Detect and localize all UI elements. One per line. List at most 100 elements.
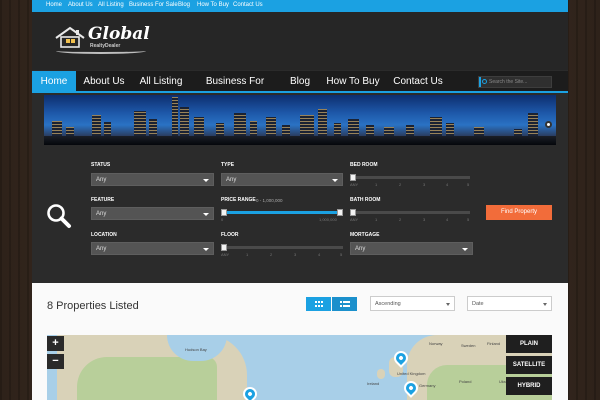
bedroom-slider[interactable]: ANY 1 2 3 4 5 xyxy=(350,174,470,188)
mortgage-select[interactable]: Any xyxy=(350,242,473,255)
property-map[interactable]: Hudson Bay Norway Sweden Finland United … xyxy=(47,335,552,400)
bathroom-ticks: ANY 1 2 3 4 5 xyxy=(350,217,470,222)
page: Home About Us All Listing Business For S… xyxy=(32,0,568,400)
map-label: Sweden xyxy=(461,343,476,348)
feature-select[interactable]: Any xyxy=(91,207,214,220)
map-type-plain-button[interactable]: PLAIN xyxy=(506,335,552,353)
bathroom-label: BATH ROOM xyxy=(350,197,381,203)
list-view-button[interactable] xyxy=(332,297,357,311)
tick-label: 2 xyxy=(270,252,273,257)
slider-handle[interactable] xyxy=(221,244,227,251)
tick-label: 3 xyxy=(294,252,297,257)
mortgage-value: Any xyxy=(355,246,366,252)
grid-view-button[interactable] xyxy=(306,297,331,311)
floor-slider[interactable]: ANY 1 2 3 4 5 xyxy=(221,244,343,258)
top-link-business-for-sale[interactable]: Business For Sale xyxy=(129,2,178,8)
nav-item-about-us[interactable]: About Us xyxy=(80,71,128,91)
skyline-building xyxy=(92,115,101,137)
location-select[interactable]: Any xyxy=(91,242,214,255)
skyline-building xyxy=(104,122,111,137)
nav-item-home[interactable]: Home xyxy=(32,71,76,91)
nav-item-how-to-buy[interactable]: How To Buy xyxy=(326,71,380,91)
tick-label: 5 xyxy=(467,217,470,222)
price-range-fill xyxy=(221,211,340,214)
tick-label: 5 xyxy=(340,252,343,257)
slider-handle[interactable] xyxy=(350,174,356,181)
location-value: Any xyxy=(96,246,107,252)
skyline-building xyxy=(318,109,327,137)
magnifier-icon xyxy=(47,204,71,228)
slider-track xyxy=(350,176,470,179)
price-range-label: PRICE RANGE xyxy=(221,197,256,203)
mortgage-label: MORTGAGE xyxy=(350,232,380,238)
grid-icon xyxy=(315,301,323,307)
type-select[interactable]: Any xyxy=(221,173,343,186)
bedroom-label: BED ROOM xyxy=(350,162,378,168)
slider-handle[interactable] xyxy=(350,209,356,216)
slider-dot[interactable] xyxy=(545,121,552,128)
banner-water xyxy=(44,136,556,145)
sort-field-value: Date xyxy=(472,301,484,307)
top-link-about-us[interactable]: About Us xyxy=(68,2,93,8)
status-label: STATUS xyxy=(91,162,111,168)
tick-label: 1 xyxy=(246,252,249,257)
top-link-all-listing[interactable]: All Listing xyxy=(98,2,124,8)
location-label: LOCATION xyxy=(91,232,117,238)
price-max-handle[interactable] xyxy=(337,209,343,216)
price-min-handle[interactable] xyxy=(221,209,227,216)
tick-label: ANY xyxy=(350,182,359,187)
skyline-building xyxy=(266,117,276,137)
list-icon xyxy=(340,301,350,307)
skyline-building xyxy=(446,123,454,137)
map-label: Hudson Bay xyxy=(185,347,207,352)
header: Global RealtyDealer xyxy=(32,12,568,70)
tick-label: 4 xyxy=(446,217,449,222)
status-select[interactable]: Any xyxy=(91,173,214,186)
top-link-home[interactable]: Home xyxy=(46,2,62,8)
top-link-contact-us[interactable]: Contact Us xyxy=(233,2,263,8)
slider-track xyxy=(350,211,470,214)
type-label: TYPE xyxy=(221,162,235,168)
price-min-label: 0 xyxy=(221,217,224,222)
city-skyline-banner xyxy=(44,95,556,145)
skyline-building xyxy=(300,115,314,137)
skyline-building xyxy=(149,119,157,137)
property-search-panel: STATUS Any TYPE Any BED ROOM ANY 1 2 3 4… xyxy=(32,148,568,281)
map-label: Norway xyxy=(429,341,443,346)
chevron-down-icon xyxy=(462,248,468,251)
skyline-building xyxy=(180,107,189,137)
tick-label: 3 xyxy=(423,182,426,187)
sort-order-select[interactable]: Ascending xyxy=(370,296,455,311)
map-land-ireland xyxy=(377,369,385,379)
map-type-satellite-button[interactable]: SATELLITE xyxy=(506,356,552,374)
top-link-blog[interactable]: Blog xyxy=(178,2,190,8)
sort-field-select[interactable]: Date xyxy=(467,296,552,311)
search-input[interactable] xyxy=(489,78,549,86)
nav-item-contact-us[interactable]: Contact Us xyxy=(390,71,446,91)
tick-label: ANY xyxy=(350,217,359,222)
skyline-building xyxy=(430,117,442,137)
top-link-how-to-buy[interactable]: How To Buy xyxy=(197,2,229,8)
logo-title: Global xyxy=(88,24,150,44)
tick-label: 2 xyxy=(399,217,402,222)
nav-item-business-for-sale[interactable]: Business For Sale xyxy=(196,71,274,108)
site-logo[interactable]: Global RealtyDealer xyxy=(52,22,152,62)
tick-label: 5 xyxy=(467,182,470,187)
properties-count: 8 Properties Listed xyxy=(47,300,139,312)
logo-swoosh xyxy=(56,48,146,54)
skyline-building xyxy=(528,113,538,137)
tick-label: 1 xyxy=(375,217,378,222)
tick-label: 4 xyxy=(318,252,321,257)
nav-item-all-listing[interactable]: All Listing xyxy=(136,71,186,91)
nav-item-blog[interactable]: Blog xyxy=(284,71,316,91)
zoom-in-button[interactable]: + xyxy=(47,336,64,351)
map-label: Finland xyxy=(487,341,501,346)
find-property-button[interactable]: Find Property xyxy=(486,205,552,220)
price-range-slider[interactable]: 0 1,000,000 xyxy=(221,209,343,223)
map-label: Germany xyxy=(419,383,436,388)
map-type-hybrid-button[interactable]: HYBRID xyxy=(506,377,552,395)
zoom-out-button[interactable]: − xyxy=(47,354,64,369)
bathroom-slider[interactable]: ANY 1 2 3 4 5 xyxy=(350,209,470,223)
tick-label: 1 xyxy=(375,182,378,187)
map-label: United Kingdom xyxy=(397,371,426,376)
